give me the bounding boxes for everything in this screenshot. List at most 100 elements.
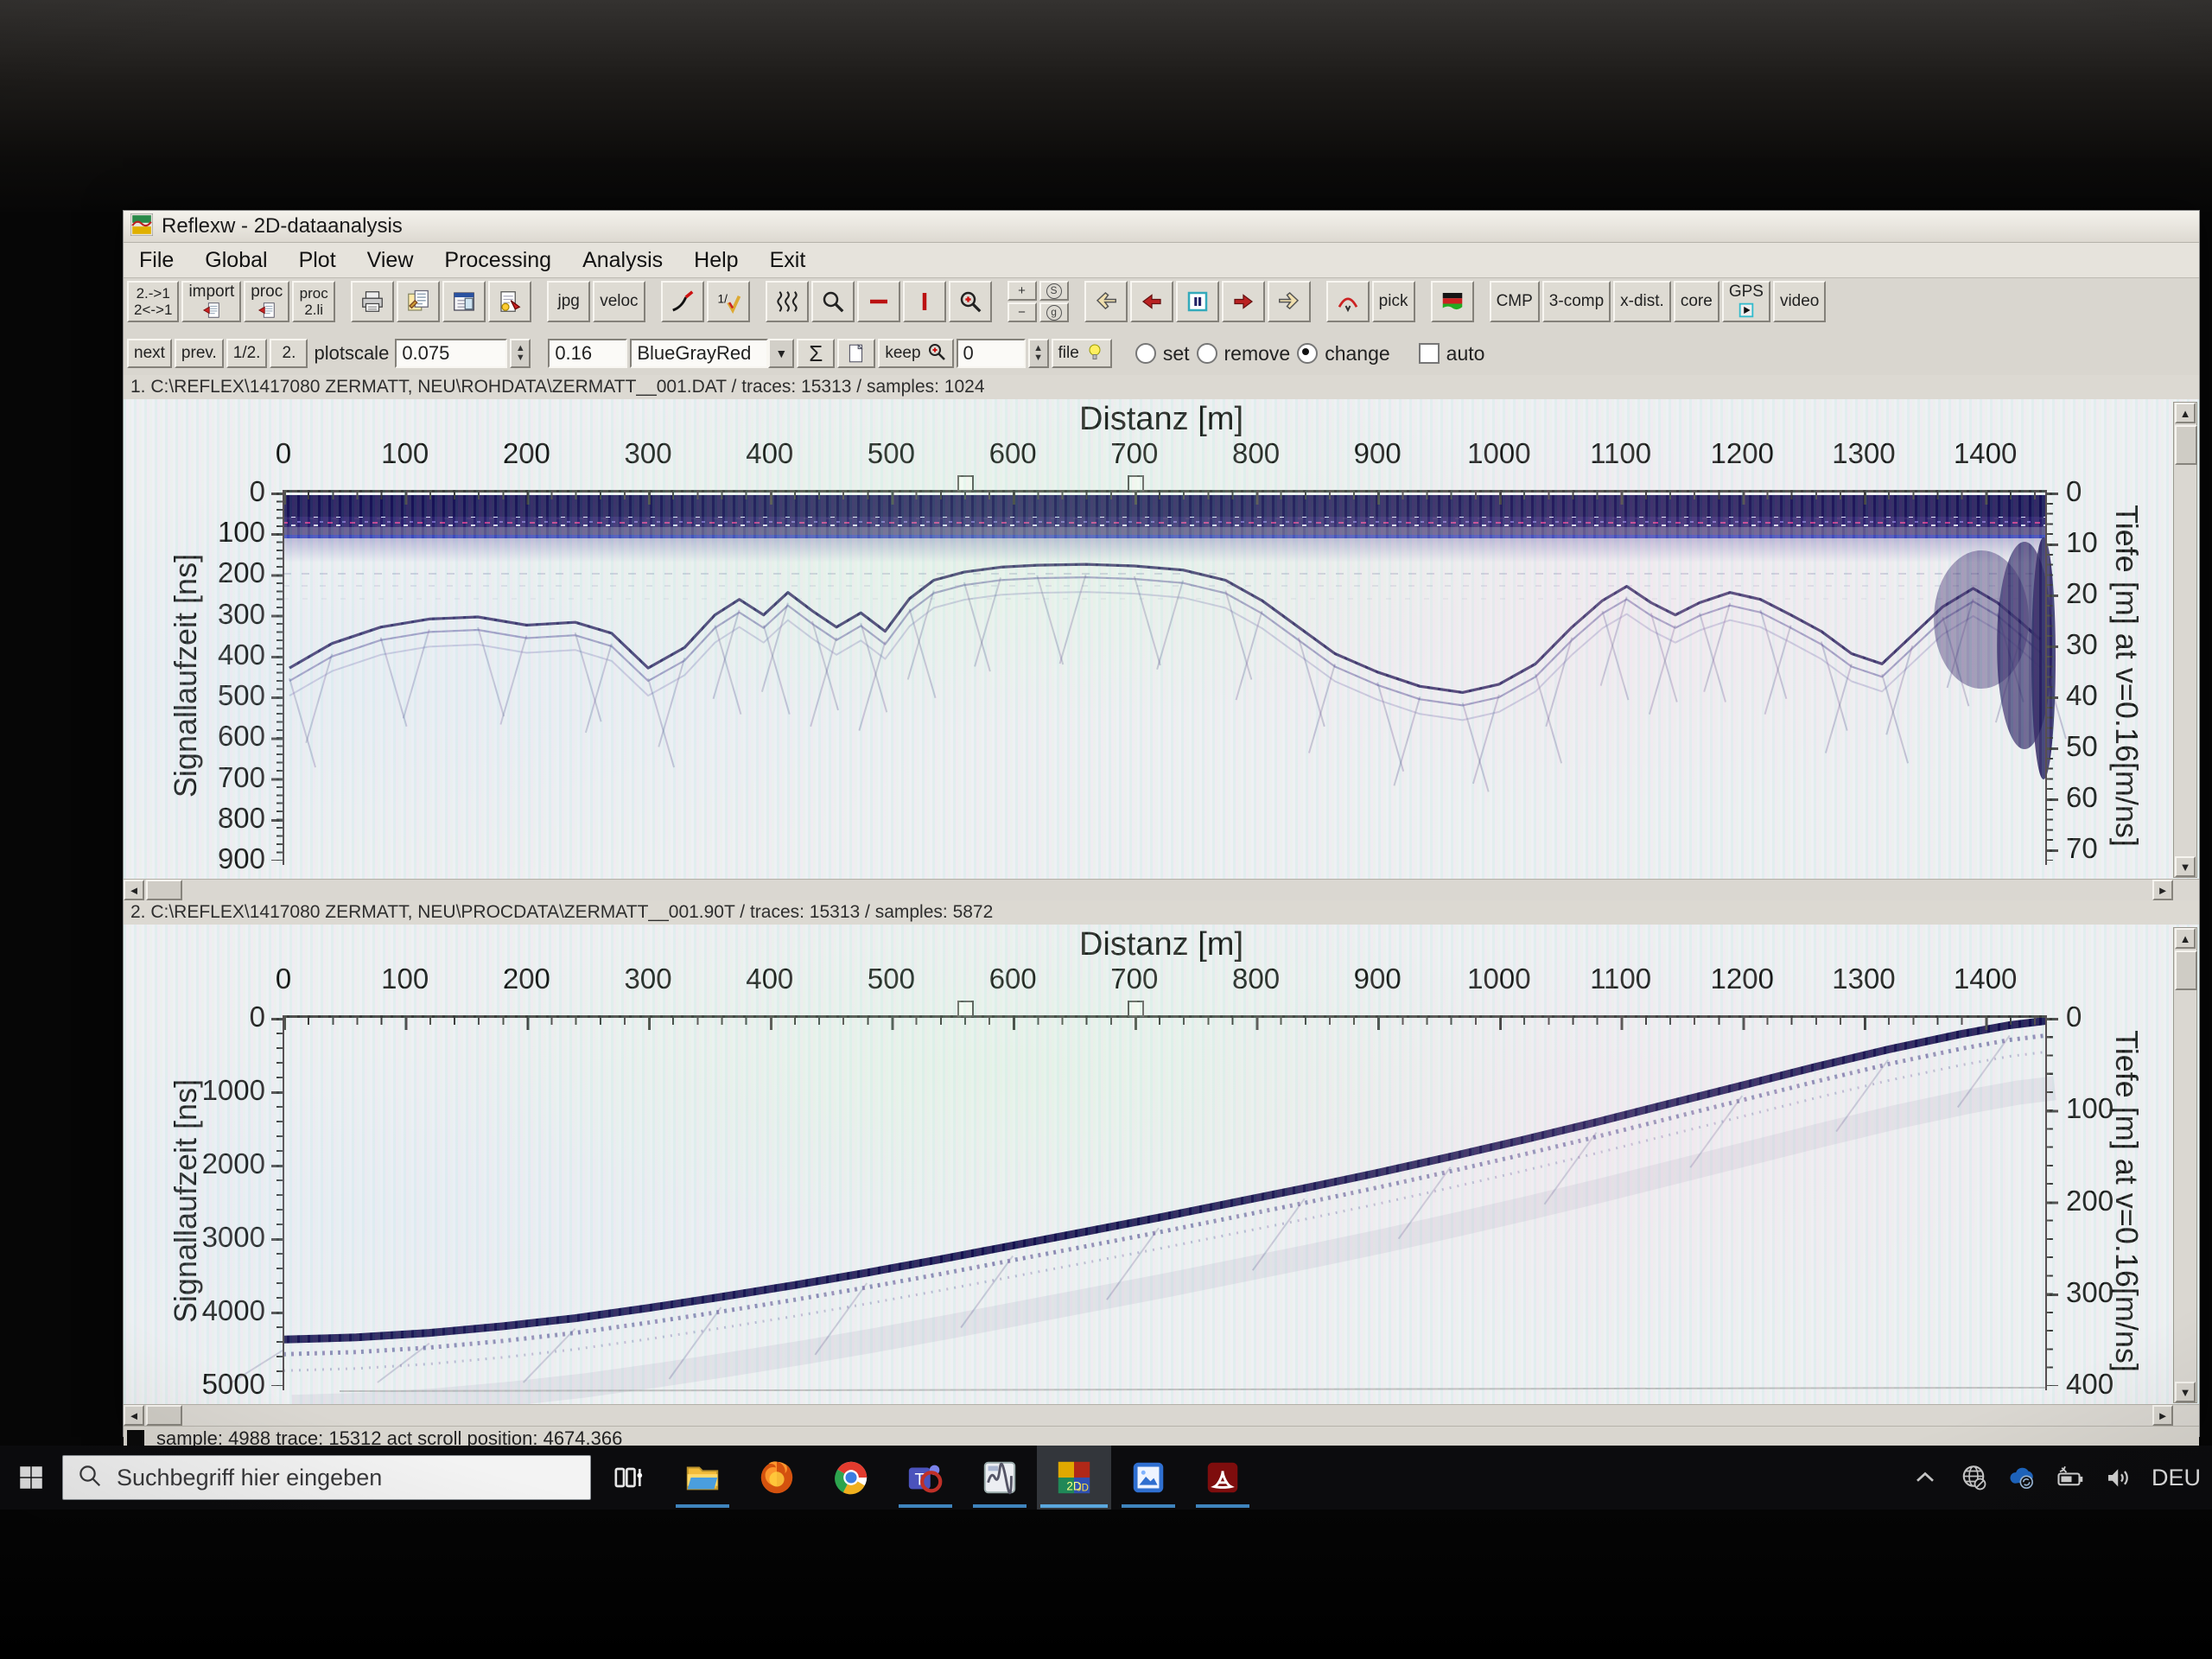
radio-change[interactable] [1297,343,1318,364]
taskbar-app-file-explorer[interactable] [665,1446,740,1510]
scale-sg-1[interactable]: g [1039,302,1069,322]
language-indicator[interactable]: DEU [2152,1465,2212,1491]
taskbar-app-chrome[interactable] [814,1446,888,1510]
taskbar-app-acrobat[interactable] [1185,1446,1260,1510]
auto-checkbox[interactable] [1419,343,1440,364]
radio-set[interactable] [1135,343,1156,364]
taskbar-app-photos[interactable] [1111,1446,1185,1510]
radargram-image-lower[interactable] [124,925,2199,1404]
file-button[interactable]: file [1052,339,1112,368]
scale-sg-0[interactable]: S [1039,281,1069,301]
radargram-image-upper[interactable] [124,399,2199,879]
scroll-down-icon[interactable]: ▼ [2175,1382,2196,1402]
plotscale-spinner[interactable]: ▲▼ [510,339,531,368]
start-button[interactable] [0,1446,62,1510]
sum-button[interactable]: Σ [797,339,835,368]
invert-axis-button[interactable]: 1/ [707,281,750,322]
title-bar[interactable]: Reflexw - 2D-dataanalysis [124,211,2199,243]
copy-button[interactable] [397,281,440,322]
taskbar-app-firefox[interactable] [740,1446,814,1510]
pick-wave-button[interactable] [1326,281,1370,322]
cmp-button[interactable]: CMP [1490,281,1540,322]
tray-globe[interactable] [1958,1462,1989,1493]
taskbar-app-teams[interactable]: T [888,1446,963,1510]
radio-remove[interactable] [1197,343,1217,364]
scrollbar-thumb[interactable] [2175,425,2197,465]
chevron-down-icon[interactable]: ▼ [768,339,794,368]
veloc-button[interactable]: veloc [593,281,645,322]
menu-file[interactable]: File [124,248,189,273]
scale-2-button[interactable]: 2. [270,339,308,368]
menu-view[interactable]: View [352,248,429,273]
zoom-in-button[interactable] [949,281,992,322]
task-view-button[interactable] [591,1446,665,1510]
wiggle-mode-button[interactable] [766,281,809,322]
step-back-button[interactable] [1130,281,1173,322]
gps-button[interactable]: GPS [1722,281,1770,322]
tray-battery[interactable] [2055,1462,2086,1493]
scroll-up-icon[interactable]: ▲ [2175,403,2196,423]
menu-processing[interactable]: Processing [429,248,567,273]
menu-analysis[interactable]: Analysis [567,248,678,273]
scrollbar-thumb[interactable] [146,1405,182,1426]
core-button[interactable]: core [1674,281,1719,322]
scroll-up-icon[interactable]: ▲ [2175,928,2196,949]
export-image-button[interactable] [488,281,531,322]
zoom-button[interactable] [811,281,855,322]
palette-dropdown[interactable]: BlueGrayRed ▼ [630,339,794,368]
distance-marker[interactable] [1128,475,1144,492]
taskbar-app-reflexw[interactable]: 2DJD [1037,1446,1111,1510]
menu-exit[interactable]: Exit [754,248,822,273]
jump-end-button[interactable] [1268,281,1311,322]
convert-2to1-button[interactable]: 2.->1 2<->1 [127,281,179,322]
scroll-right-icon[interactable]: ► [2152,1405,2173,1426]
tray-chevron-up[interactable] [1910,1462,1941,1493]
scroll-left-icon[interactable]: ◄ [124,880,144,900]
table-window-button[interactable] [442,281,486,322]
menu-plot[interactable]: Plot [283,248,352,273]
plotscale-input[interactable] [395,339,507,368]
layer-show-button[interactable] [1431,281,1474,322]
jump-start-button[interactable] [1084,281,1128,322]
trace-spinner[interactable]: ▲▼ [1028,339,1049,368]
y-cut-button[interactable] [903,281,946,322]
scroll-down-icon[interactable]: ▼ [2175,856,2196,877]
new-doc-button[interactable] [837,339,875,368]
tray-speaker[interactable] [2103,1462,2134,1493]
scroll-right-icon[interactable]: ► [2152,880,2173,900]
next-button[interactable]: next [127,339,172,368]
horizontal-scrollbar-lower[interactable]: ◄ ► [124,1404,2199,1426]
taskbar-app-wave-viewer[interactable] [963,1446,1037,1510]
radargram-panel-lower[interactable]: Distanz [m] Signallaufzeit [ns] Tiefe [m… [124,925,2199,1404]
print-button[interactable] [351,281,394,322]
vertical-scrollbar-lower[interactable]: ▲ ▼ [2173,927,2197,1403]
pick-button[interactable]: pick [1372,281,1415,322]
distance-marker[interactable] [957,1001,974,1017]
zoom-plus-minus-1[interactable]: − [1007,302,1037,322]
velocity-curve-button[interactable] [661,281,704,322]
menu-help[interactable]: Help [678,248,753,273]
scale2-input[interactable] [548,339,627,368]
radargram-panel-upper[interactable]: Distanz [m] Signallaufzeit [ns] Tiefe [m… [124,399,2199,879]
scrollbar-thumb[interactable] [146,880,182,900]
xdist-button[interactable]: x-dist. [1613,281,1671,322]
scroll-left-icon[interactable]: ◄ [124,1405,144,1426]
half-scale-button[interactable]: 1/2. [226,339,268,368]
x-cut-button[interactable] [857,281,900,322]
import-button[interactable]: import [181,281,241,322]
video-button[interactable]: video [1773,281,1826,322]
scrollbar-thumb[interactable] [2175,950,2197,990]
prev-button[interactable]: prev. [175,339,224,368]
jpg-button[interactable]: jpg [547,281,590,322]
proc-button[interactable]: proc [244,281,289,322]
menu-global[interactable]: Global [189,248,283,273]
pause-button[interactable] [1176,281,1219,322]
distance-marker[interactable] [1128,1001,1144,1017]
keep-zoom-button[interactable]: keep [878,339,953,368]
vertical-scrollbar-upper[interactable]: ▲ ▼ [2173,402,2197,878]
taskbar-search-input[interactable]: Suchbegriff hier eingeben [62,1455,591,1500]
trace-number-input[interactable] [957,339,1026,368]
horizontal-scrollbar-upper[interactable]: ◄ ► [124,879,2199,900]
proc-2li-button[interactable]: proc 2.li [292,281,335,322]
distance-marker[interactable] [957,475,974,492]
